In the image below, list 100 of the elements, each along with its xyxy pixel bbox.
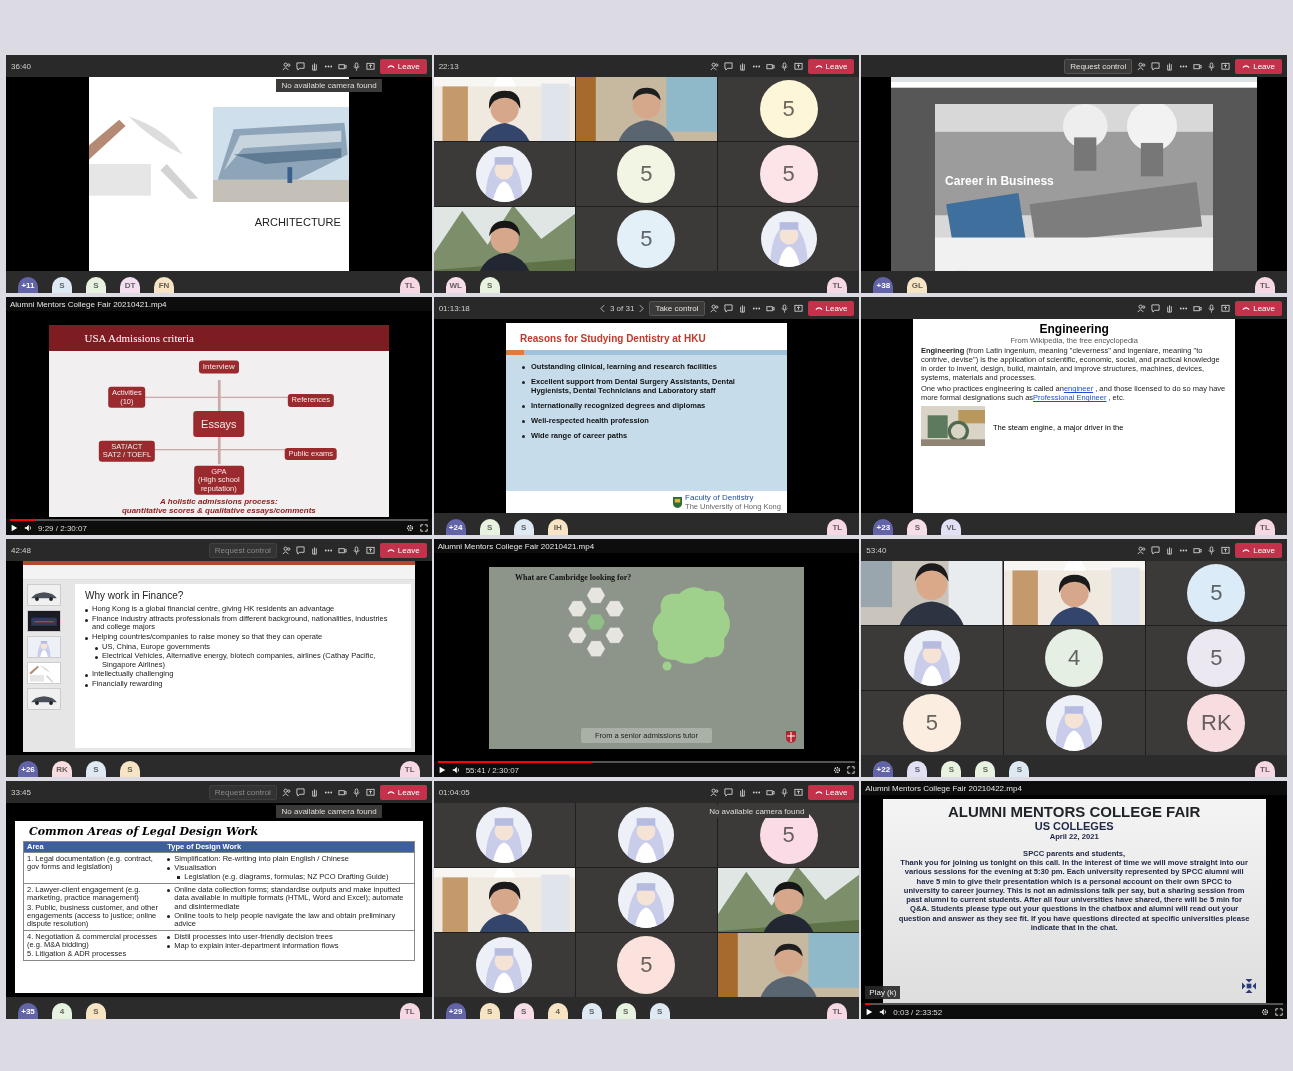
hand-icon[interactable] <box>737 61 747 71</box>
people-icon[interactable] <box>1137 303 1147 313</box>
camera-icon[interactable] <box>337 787 347 797</box>
participant-avatar[interactable]: GL <box>907 277 928 293</box>
play-icon[interactable] <box>437 766 446 774</box>
mic-icon[interactable] <box>1207 545 1217 555</box>
participant-avatar[interactable]: S <box>479 277 500 293</box>
camera-icon[interactable] <box>1193 545 1203 555</box>
participant-avatar[interactable]: FN <box>154 277 174 293</box>
slide-thumbnail[interactable] <box>27 610 62 632</box>
chat-icon[interactable] <box>1151 545 1161 555</box>
slide-thumbnail[interactable] <box>27 662 62 684</box>
participant-avatar[interactable]: RK <box>52 761 72 777</box>
participant-avatar[interactable]: VL <box>941 519 962 535</box>
participant-avatar[interactable]: IH <box>547 519 568 535</box>
slide-thumbnail[interactable] <box>27 584 62 606</box>
mic-icon[interactable] <box>1207 61 1217 71</box>
leave-button[interactable]: Leave <box>807 300 855 316</box>
participant-avatar[interactable]: S <box>615 1003 636 1019</box>
volume-icon[interactable] <box>879 1008 888 1016</box>
participant-avatar[interactable]: +24 <box>445 519 466 535</box>
leave-button[interactable]: Leave <box>1235 542 1282 558</box>
camera-icon[interactable] <box>1193 61 1203 71</box>
chat-icon[interactable] <box>723 303 733 313</box>
people-icon[interactable] <box>281 61 291 71</box>
fullscreen-icon[interactable] <box>1275 1008 1283 1016</box>
camera-icon[interactable] <box>337 545 347 555</box>
chat-icon[interactable] <box>723 61 733 71</box>
volume-icon[interactable] <box>24 524 32 532</box>
participant-avatar[interactable]: S <box>907 519 928 535</box>
fullscreen-icon[interactable] <box>847 766 856 774</box>
control-button[interactable]: Take control <box>649 300 705 316</box>
participant-avatar[interactable]: TL <box>827 1003 848 1019</box>
camera-icon[interactable] <box>337 61 347 71</box>
chat-icon[interactable] <box>723 787 733 797</box>
people-icon[interactable] <box>281 787 291 797</box>
participant-avatar[interactable]: +35 <box>18 1003 38 1019</box>
participant-avatar[interactable]: S <box>479 1003 500 1019</box>
hand-icon[interactable] <box>309 787 319 797</box>
leave-button[interactable]: Leave <box>807 58 855 74</box>
share-icon[interactable] <box>1221 545 1231 555</box>
play-icon[interactable] <box>865 1008 874 1016</box>
hand-icon[interactable] <box>309 545 319 555</box>
participant-avatar[interactable]: WL <box>445 277 466 293</box>
participant-avatar[interactable]: +38 <box>873 277 894 293</box>
participant-avatar[interactable]: S <box>1009 761 1030 777</box>
participant-avatar[interactable]: 4 <box>52 1003 72 1019</box>
participant-avatar[interactable]: +23 <box>873 519 894 535</box>
participant-avatar[interactable]: TL <box>1255 519 1275 535</box>
participant-avatar[interactable]: S <box>86 761 106 777</box>
share-icon[interactable] <box>1221 61 1231 71</box>
share-icon[interactable] <box>793 303 803 313</box>
mic-icon[interactable] <box>351 545 361 555</box>
camera-icon[interactable] <box>1193 303 1203 313</box>
people-icon[interactable] <box>709 303 719 313</box>
people-icon[interactable] <box>709 61 719 71</box>
hand-icon[interactable] <box>309 61 319 71</box>
leave-button[interactable]: Leave <box>379 58 427 74</box>
mic-icon[interactable] <box>779 303 789 313</box>
participant-avatar[interactable]: S <box>581 1003 602 1019</box>
hand-icon[interactable] <box>737 787 747 797</box>
play-icon[interactable] <box>10 524 18 532</box>
people-icon[interactable] <box>709 787 719 797</box>
participant-avatar[interactable]: S <box>52 277 72 293</box>
participant-avatar[interactable]: +22 <box>873 761 894 777</box>
participant-avatar[interactable]: S <box>513 519 534 535</box>
participant-avatar[interactable]: TL <box>1255 761 1275 777</box>
mic-icon[interactable] <box>779 787 789 797</box>
camera-icon[interactable] <box>765 61 775 71</box>
share-icon[interactable] <box>793 787 803 797</box>
share-icon[interactable] <box>365 787 375 797</box>
slide-thumbnail[interactable] <box>27 688 62 710</box>
settings-icon[interactable] <box>405 524 414 532</box>
previous-icon[interactable] <box>599 303 605 313</box>
leave-button[interactable]: Leave <box>379 784 427 800</box>
participant-avatar[interactable]: S <box>907 761 928 777</box>
leave-button[interactable]: Leave <box>807 784 855 800</box>
camera-icon[interactable] <box>765 303 775 313</box>
participant-avatar[interactable]: S <box>479 519 500 535</box>
participant-avatar[interactable]: S <box>941 761 962 777</box>
people-icon[interactable] <box>1137 61 1147 71</box>
participant-avatar[interactable]: TL <box>827 519 848 535</box>
slide-thumbnail[interactable] <box>27 636 62 658</box>
participant-avatar[interactable]: S <box>120 761 140 777</box>
participant-avatar[interactable]: +11 <box>18 277 38 293</box>
people-icon[interactable] <box>1137 545 1147 555</box>
participant-avatar[interactable]: TL <box>399 277 420 293</box>
share-icon[interactable] <box>365 61 375 71</box>
hand-icon[interactable] <box>1165 545 1175 555</box>
hand-icon[interactable] <box>1165 303 1175 313</box>
hand-icon[interactable] <box>1165 61 1175 71</box>
participant-avatar[interactable]: +26 <box>18 761 38 777</box>
leave-button[interactable]: Leave <box>1235 58 1282 74</box>
mic-icon[interactable] <box>351 61 361 71</box>
mic-icon[interactable] <box>779 61 789 71</box>
participant-avatar[interactable]: S <box>513 1003 534 1019</box>
chat-icon[interactable] <box>295 61 305 71</box>
participant-avatar[interactable]: S <box>86 277 106 293</box>
participant-avatar[interactable]: S <box>975 761 996 777</box>
camera-icon[interactable] <box>765 787 775 797</box>
